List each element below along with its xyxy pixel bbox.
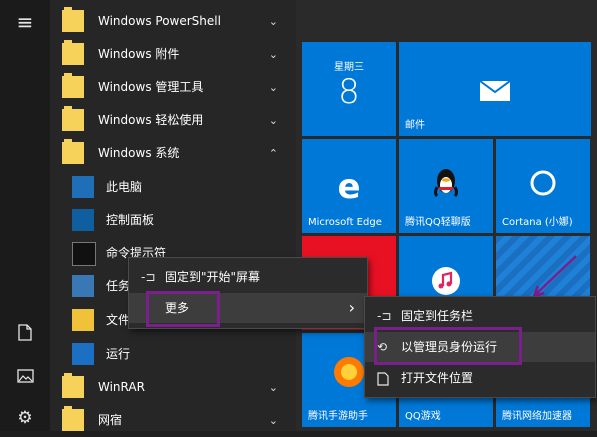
tile-label: Cortana (小娜) xyxy=(502,217,573,228)
settings-gear-icon[interactable]: ⚙ xyxy=(11,404,39,432)
tile-label: 腾讯QQ轻聊版 xyxy=(405,217,471,228)
task-manager-icon xyxy=(72,275,94,297)
control-panel-icon xyxy=(72,209,94,231)
folder-icon xyxy=(62,73,84,98)
folder-windows-ease-of-access[interactable]: Windows 轻松使用 ⌄ xyxy=(50,104,296,137)
file-explorer-icon xyxy=(72,309,94,331)
folder-label: 网宿 xyxy=(98,413,123,427)
folder-icon xyxy=(62,7,84,32)
tile-label: 腾讯手游助手 xyxy=(308,411,368,422)
app-label: 此电脑 xyxy=(106,180,143,194)
app-label: 控制面板 xyxy=(106,213,155,227)
command-prompt-icon xyxy=(72,242,96,266)
cortana-icon xyxy=(496,169,590,197)
chevron-down-icon: ⌄ xyxy=(268,414,278,427)
tile-calendar[interactable]: 星期三 8 xyxy=(302,42,396,136)
app-control-panel[interactable]: 控制面板 xyxy=(50,204,296,237)
highlight-box-run-as-admin xyxy=(374,327,522,365)
folder-label: Windows 附件 xyxy=(98,47,180,61)
tile-label: QQ游戏 xyxy=(405,411,441,422)
tile-label: 腾讯网络加速器 xyxy=(502,411,572,422)
menu-item-open-file-location[interactable]: 打开文件位置 xyxy=(365,363,595,393)
chevron-down-icon: ⌄ xyxy=(268,81,278,94)
folder-windows-accessories[interactable]: Windows 附件 ⌄ xyxy=(50,38,296,71)
folder-icon xyxy=(62,406,84,431)
music-icon xyxy=(399,266,493,296)
chevron-right-icon: › xyxy=(348,298,355,317)
folder-windows-powershell[interactable]: Windows PowerShell ⌄ xyxy=(50,5,296,38)
pin-icon: -⊐ xyxy=(141,270,156,284)
folder-icon xyxy=(62,373,84,398)
pictures-button[interactable] xyxy=(11,362,39,390)
folder-label: Windows 轻松使用 xyxy=(98,113,204,127)
calendar-day: 8 xyxy=(338,72,360,112)
edge-icon: e xyxy=(337,167,361,207)
folder-label: WinRAR xyxy=(98,380,145,394)
tile-qq[interactable]: 腾讯QQ轻聊版 xyxy=(399,139,493,233)
open-file-location-icon xyxy=(377,363,389,393)
mail-icon xyxy=(399,80,591,102)
chevron-up-icon: ⌃ xyxy=(268,147,278,160)
tile-cortana[interactable]: Cortana (小娜) xyxy=(496,139,590,233)
qq-penguin-icon xyxy=(399,167,493,199)
folder-windows-system[interactable]: Windows 系统 ⌃ xyxy=(50,137,296,170)
folder-windows-admin-tools[interactable]: Windows 管理工具 ⌄ xyxy=(50,71,296,104)
start-rail: ≡ ⚙ xyxy=(0,0,50,431)
folder-label: Windows PowerShell xyxy=(98,14,221,28)
app-run[interactable]: 运行 xyxy=(50,338,296,371)
chevron-down-icon: ⌄ xyxy=(268,48,278,61)
documents-button[interactable] xyxy=(11,318,39,346)
chevron-down-icon: ⌄ xyxy=(268,15,278,28)
this-pc-icon xyxy=(72,176,94,198)
folder-label: Windows 系统 xyxy=(98,146,180,160)
highlight-box-more xyxy=(146,291,220,327)
tile-label: Microsoft Edge xyxy=(308,217,382,228)
chevron-down-icon: ⌄ xyxy=(268,114,278,127)
folder-wangsu[interactable]: 网宿 ⌄ xyxy=(50,404,296,437)
pictures-icon xyxy=(16,369,34,383)
chevron-down-icon: ⌄ xyxy=(268,381,278,394)
folder-label: Windows 管理工具 xyxy=(98,80,204,94)
calendar-weekday: 星期三 xyxy=(334,62,364,73)
tile-microsoft-edge[interactable]: e Microsoft Edge xyxy=(302,139,396,233)
app-list: Windows PowerShell ⌄ Windows 附件 ⌄ Window… xyxy=(50,0,296,431)
folder-icon xyxy=(62,106,84,131)
run-icon xyxy=(72,343,94,365)
tile-label: 邮件 xyxy=(405,120,425,131)
hamburger-menu-icon[interactable]: ≡ xyxy=(11,8,39,36)
folder-winrar[interactable]: WinRAR ⌄ xyxy=(50,371,296,404)
folder-icon xyxy=(62,40,84,65)
folder-open-icon xyxy=(62,139,84,164)
document-icon xyxy=(18,323,32,341)
tile-mail[interactable]: 邮件 xyxy=(399,42,591,136)
app-this-pc[interactable]: 此电脑 xyxy=(50,171,296,204)
menu-item-label: 打开文件位置 xyxy=(401,371,474,385)
app-label: 运行 xyxy=(106,347,131,361)
menu-item-label: 固定到"开始"屏幕 xyxy=(165,270,261,284)
menu-item-pin-to-start[interactable]: -⊐ 固定到"开始"屏幕 xyxy=(129,262,367,292)
